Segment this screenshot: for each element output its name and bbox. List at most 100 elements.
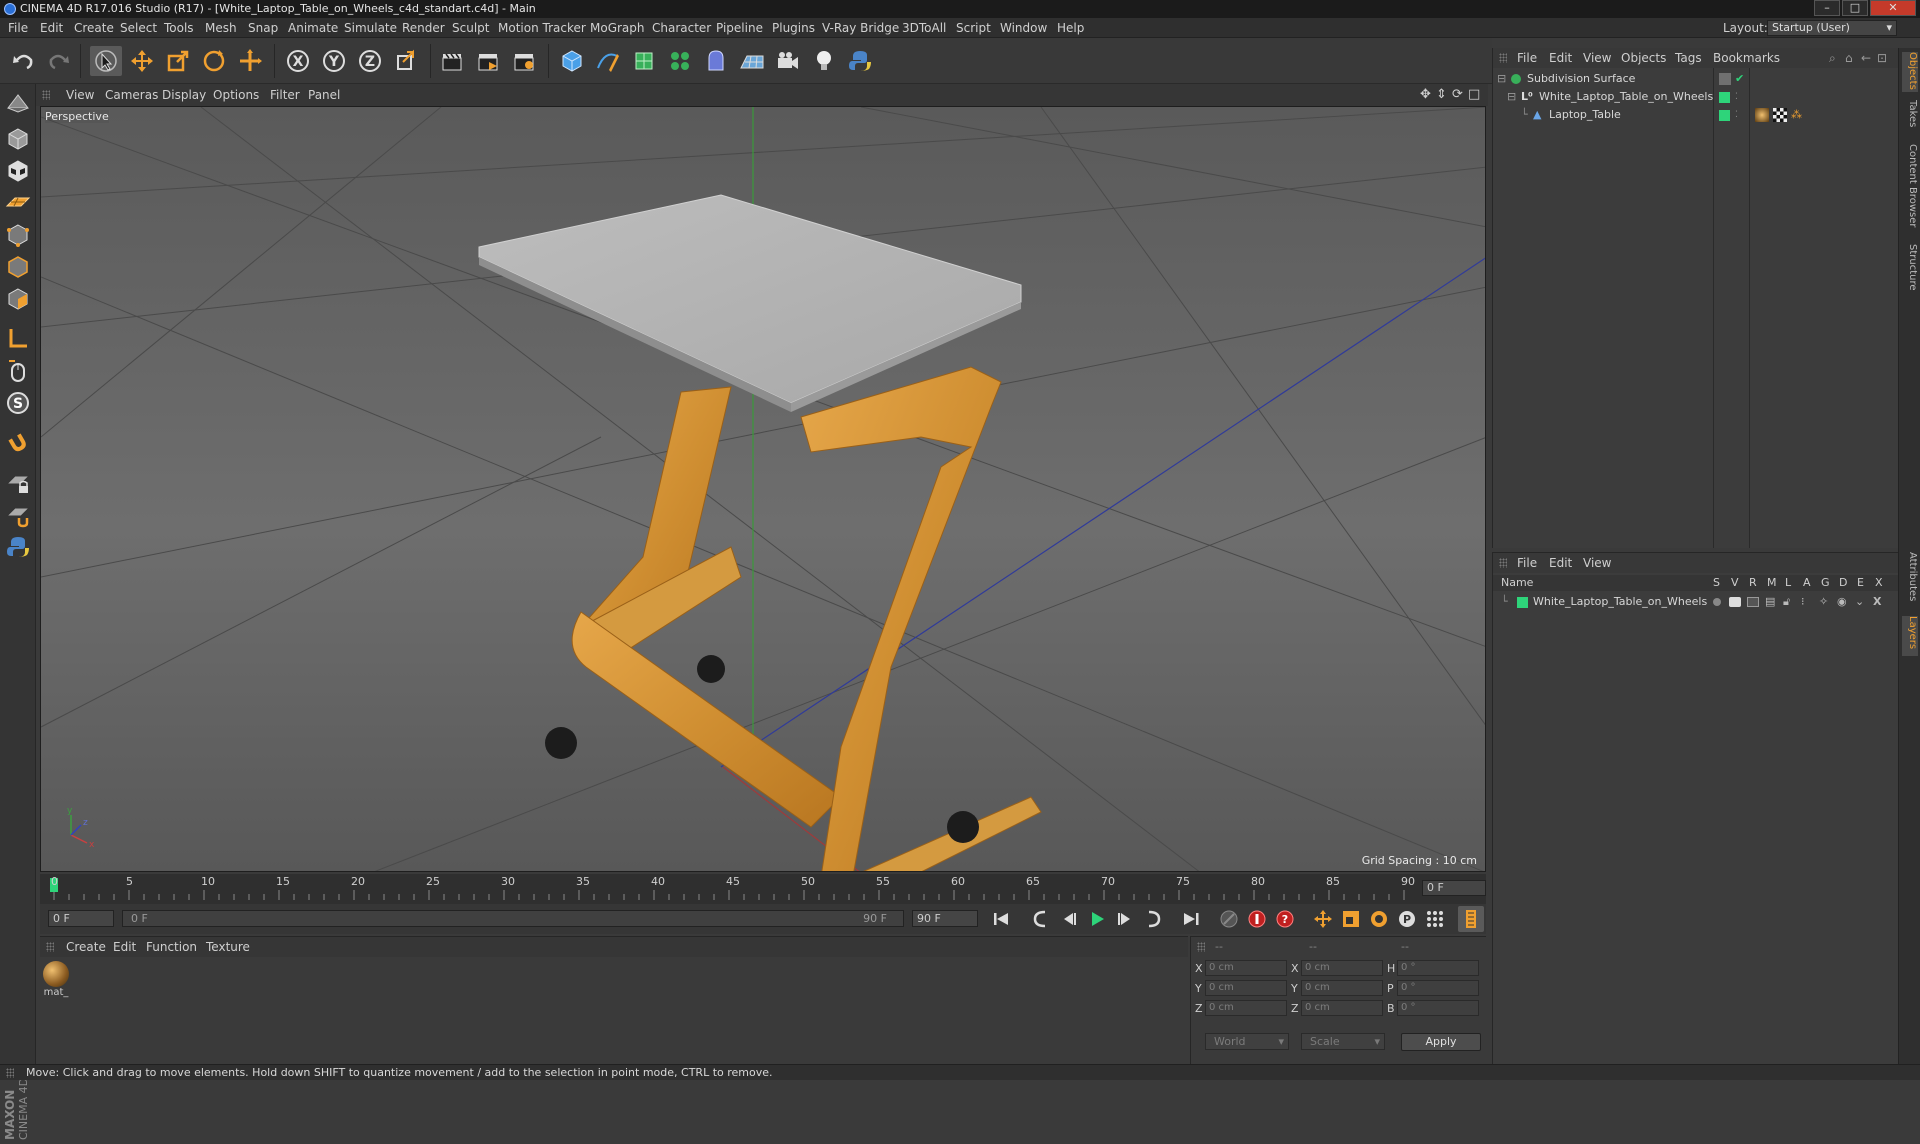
autokey-button[interactable]: ?: [1272, 906, 1298, 932]
material-menu-function[interactable]: Function: [146, 937, 197, 957]
rotation-b-field[interactable]: 0 °: [1397, 1000, 1479, 1016]
z-axis-lock-button[interactable]: Z: [354, 46, 386, 76]
key-scale-button[interactable]: [1338, 906, 1364, 932]
animation-toggle-icon[interactable]: ⁝: [1801, 593, 1805, 611]
size-z-field[interactable]: 0 cm: [1301, 1000, 1383, 1016]
previous-key-button[interactable]: [1028, 906, 1054, 932]
column-render[interactable]: R: [1749, 575, 1757, 591]
menu-tools[interactable]: Tools: [164, 18, 194, 38]
minimize-button[interactable]: –: [1814, 0, 1840, 16]
grid-snap-button[interactable]: [3, 500, 33, 530]
object-menu-tags[interactable]: Tags: [1675, 48, 1702, 68]
generator-toggle-icon[interactable]: ✧: [1819, 593, 1828, 611]
home-icon[interactable]: ⌂: [1845, 48, 1853, 68]
y-axis-lock-button[interactable]: Y: [318, 46, 350, 76]
render-toggle-icon[interactable]: [1747, 597, 1759, 607]
add-cube-button[interactable]: [556, 46, 588, 76]
menu-mesh[interactable]: Mesh: [205, 18, 237, 38]
render-to-picture-viewer-button[interactable]: [472, 46, 504, 76]
layer-icon[interactable]: [1719, 73, 1731, 85]
viewport-rotate-icon[interactable]: ⟳: [1452, 84, 1463, 106]
viewport-move-icon[interactable]: ✥: [1420, 84, 1431, 106]
solo-toggle-icon[interactable]: [1713, 598, 1721, 606]
column-view[interactable]: V: [1731, 575, 1739, 591]
position-x-field[interactable]: 0 cm: [1205, 960, 1287, 976]
snap-button[interactable]: S: [3, 388, 33, 418]
viewport-menu-view[interactable]: View: [66, 84, 94, 106]
end-frame-field[interactable]: 90 F: [912, 910, 978, 927]
size-y-field[interactable]: 0 cm: [1301, 980, 1383, 996]
transform-button[interactable]: [234, 46, 266, 76]
workplane-lock-button[interactable]: [3, 468, 33, 498]
texture-mode-button[interactable]: [3, 156, 33, 186]
back-icon[interactable]: ←: [1861, 48, 1871, 68]
viewport-zoom-icon[interactable]: ⇕: [1436, 84, 1447, 106]
menu-help[interactable]: Help: [1057, 18, 1084, 38]
column-xref[interactable]: X: [1875, 575, 1883, 591]
visibility-dots-icon[interactable]: ⁚: [1735, 106, 1738, 124]
previous-frame-button[interactable]: [1056, 906, 1082, 932]
tree-collapse-icon[interactable]: ⊟: [1497, 70, 1506, 88]
viewport-menu-display[interactable]: Display: [162, 84, 206, 106]
key-parameter-button[interactable]: P: [1394, 906, 1420, 932]
key-position-button[interactable]: [1310, 906, 1336, 932]
menu-character[interactable]: Character: [652, 18, 711, 38]
redo-button[interactable]: [42, 46, 74, 76]
apply-button[interactable]: Apply: [1401, 1033, 1481, 1051]
menu-sculpt[interactable]: Sculpt: [452, 18, 489, 38]
search-icon[interactable]: ⌕: [1829, 48, 1836, 68]
motion-record-button[interactable]: [1216, 906, 1242, 932]
x-axis-lock-button[interactable]: X: [282, 46, 314, 76]
tab-content-browser[interactable]: Content Browser: [1902, 144, 1918, 238]
menu-motion-tracker[interactable]: Motion Tracker: [498, 18, 586, 38]
model-mode-button[interactable]: [3, 88, 33, 118]
polygons-mode-button[interactable]: [3, 284, 33, 314]
add-environment-button[interactable]: [736, 46, 768, 76]
viewport-maximize-icon[interactable]: □: [1468, 84, 1480, 106]
object-row-white-laptop-table[interactable]: ⊟ L⁰ White_Laptop_Table_on_Wheels ⁚: [1493, 88, 1899, 106]
render-settings-button[interactable]: [508, 46, 540, 76]
column-generators[interactable]: G: [1821, 575, 1830, 591]
viewport-menu-panel[interactable]: Panel: [308, 84, 340, 106]
magnet-button[interactable]: [3, 428, 33, 458]
layer-color-swatch[interactable]: [1719, 110, 1730, 121]
column-deformers[interactable]: D: [1839, 575, 1847, 591]
object-mode-button[interactable]: [3, 124, 33, 154]
texture-tag-icon[interactable]: [1773, 108, 1787, 122]
tweak-mode-button[interactable]: [3, 356, 33, 386]
add-light-button[interactable]: [808, 46, 840, 76]
lock-icon[interactable]: 🔓︎: [1783, 593, 1790, 611]
tree-collapse-icon[interactable]: ⊟: [1507, 88, 1516, 106]
expression-toggle-icon[interactable]: ⌄: [1855, 593, 1864, 611]
frame-range-slider[interactable]: 0 F 90 F: [122, 910, 904, 927]
add-mograph-button[interactable]: [664, 46, 696, 76]
coordinate-space-select[interactable]: World ▾: [1205, 1033, 1289, 1050]
material-menu-texture[interactable]: Texture: [206, 937, 250, 957]
axis-mode-button[interactable]: [3, 324, 33, 354]
viewport-menu-options[interactable]: Options: [213, 84, 259, 106]
menu-pipeline[interactable]: Pipeline: [716, 18, 763, 38]
python-console-button[interactable]: [3, 532, 33, 562]
tab-objects[interactable]: Objects: [1902, 52, 1918, 92]
start-frame-field[interactable]: 0 F: [48, 910, 114, 927]
column-locked[interactable]: L: [1785, 575, 1791, 591]
uvw-tag-icon[interactable]: ⁂: [1791, 106, 1802, 124]
coordinate-system-button[interactable]: [390, 46, 422, 76]
menu-vray-bridge[interactable]: V-Ray Bridge: [822, 18, 899, 38]
new-panel-icon[interactable]: ⊡: [1877, 48, 1887, 68]
size-x-field[interactable]: 0 cm: [1301, 960, 1383, 976]
position-y-field[interactable]: 0 cm: [1205, 980, 1287, 996]
tab-layers[interactable]: Layers: [1902, 616, 1918, 656]
object-menu-objects[interactable]: Objects: [1621, 48, 1666, 68]
key-pla-button[interactable]: [1422, 906, 1448, 932]
layer-row[interactable]: └ White_Laptop_Table_on_Wheels ▤ 🔓︎ ⁝ ✧ …: [1493, 593, 1899, 611]
object-menu-bookmarks[interactable]: Bookmarks: [1713, 48, 1780, 68]
record-keys-button[interactable]: [1244, 906, 1270, 932]
close-button[interactable]: ✕: [1870, 0, 1916, 16]
timeline-ruler[interactable]: 0 5 10 15 20 25 30 35 40 45 50 55 60 65 70 75 80 85 90: [40, 874, 1486, 904]
python-button[interactable]: [844, 46, 876, 76]
add-spline-button[interactable]: [592, 46, 624, 76]
rotation-h-field[interactable]: 0 °: [1397, 960, 1479, 976]
menu-simulate[interactable]: Simulate: [344, 18, 397, 38]
material-swatch[interactable]: mat_: [42, 961, 70, 1001]
